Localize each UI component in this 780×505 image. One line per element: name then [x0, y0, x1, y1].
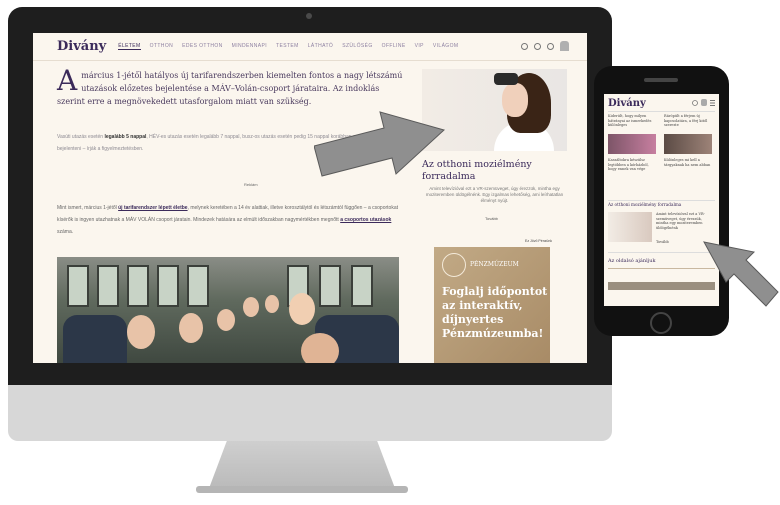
article-paragraph-2: Mint ismert, március 1-jétől új tarifare… [57, 202, 407, 238]
nav-item-eletem[interactable]: ÉLETEM [118, 43, 141, 50]
phone-thumb-2[interactable] [664, 134, 712, 154]
site-logo[interactable]: Divány [57, 39, 106, 54]
nav-icons [521, 41, 569, 51]
arrow-icon-phone [703, 241, 779, 307]
phone-site-logo[interactable]: Divány [608, 98, 646, 109]
user-avatar-icon[interactable] [560, 41, 569, 51]
monitor-chin [8, 385, 612, 441]
nav-item-szuloseg[interactable]: SZÜLŐSÉG [342, 43, 372, 50]
phone-news-4[interactable]: Különleges mi kell a tárgyaknak ha nem a… [664, 158, 714, 167]
article-photo [57, 257, 399, 363]
webcam-icon [306, 13, 312, 19]
dropcap: A [57, 64, 78, 97]
search-icon[interactable] [547, 42, 554, 50]
phone-menu-icon[interactable] [691, 99, 715, 107]
lead-text: március 1-jétől hatályos új tarifarendsz… [57, 71, 403, 106]
nav-item-vip[interactable]: VIP [415, 43, 424, 50]
nav-item-lathato[interactable]: LÁTHATÓ [308, 43, 334, 50]
mockup-stage: Divány ÉLETEM OTTHON EDES OTTHON MINDENN… [0, 0, 780, 505]
group-travel-link[interactable]: a csoportos utazások [340, 217, 391, 223]
phone-news-2[interactable]: Ráröpült a férjem új kapcsolatára, a fér… [664, 114, 714, 128]
arrow-icon-desktop [314, 111, 445, 177]
feature-text: Amint televízióval ezt a VR-szemüveget, … [425, 186, 564, 203]
phone-news-1[interactable]: Kiderült, hogy milyen hátrányai az ismer… [608, 114, 658, 128]
phone-feature-thumb[interactable] [608, 212, 652, 242]
vr-headset-icon [494, 73, 518, 85]
monitor-foot [196, 486, 408, 493]
nav-links: ÉLETEM OTTHON EDES OTTHON MINDENNAPI TES… [118, 43, 467, 50]
settings-icon[interactable] [534, 42, 541, 50]
phone-bottom-image[interactable] [608, 282, 715, 290]
para1-bold: legalább 5 nappal [104, 134, 147, 140]
phone-feature-text: Amint televízióval ezt a VR-szemüveget, … [656, 212, 705, 230]
phone-news-3[interactable]: Kaszáltokra készülsz legtöbben a kórházb… [608, 158, 658, 172]
phone-section-title: Az oldalsó ajánljuk [608, 258, 656, 264]
ad-caption: Reklám [244, 182, 258, 187]
monitor-bezel: Divány ÉLETEM OTTHON EDES OTTHON MINDENN… [8, 7, 612, 385]
para2-text-c: száma. [57, 229, 74, 235]
theme-toggle-icon[interactable] [521, 42, 528, 50]
para2-text-a: Mint ismert, március 1-jétől [57, 205, 119, 211]
nav-item-offline[interactable]: OFFLINE [382, 43, 406, 50]
penzmuzeum-seal-icon [442, 253, 466, 277]
nav-item-testem[interactable]: TESTEM [276, 43, 299, 50]
penzmuzeum-ad[interactable]: PÉNZMÚZEUM Foglalj időpontot az interakt… [434, 247, 550, 363]
phone-more-link[interactable]: Tovább [656, 240, 676, 245]
feature-more-link[interactable]: Tovább [485, 216, 498, 221]
nav-item-edes-otthon[interactable]: EDES OTTHON [182, 43, 223, 50]
article-lead: A március 1-jétől hatályos új tarifarend… [57, 64, 403, 108]
phone-home-button[interactable] [650, 312, 672, 334]
para1-text-pre: Vasúti utazás esetén [57, 134, 105, 140]
site-navbar: Divány ÉLETEM OTTHON EDES OTTHON MINDENN… [33, 33, 587, 61]
nav-item-mindennapi[interactable]: MINDENNAPI [232, 43, 267, 50]
desktop-screen: Divány ÉLETEM OTTHON EDES OTTHON MINDENN… [33, 33, 587, 363]
nav-item-vilagom[interactable]: VILÁGOM [433, 43, 459, 50]
desktop-monitor: Divány ÉLETEM OTTHON EDES OTTHON MINDENN… [8, 7, 612, 441]
phone-thumb-1[interactable] [608, 134, 656, 154]
monitor-stand [208, 441, 396, 491]
sponsor-label: Ez Jövő Pénzünk [525, 239, 553, 243]
tariff-link[interactable]: új tarifarendszer lépett életbe [118, 205, 187, 211]
ad-headline: Foglalj időpontot az interaktív, díjnyer… [442, 285, 548, 340]
nav-item-otthon[interactable]: OTTHON [150, 43, 174, 50]
phone-speaker [644, 78, 678, 82]
ad-brand: PÉNZMÚZEUM [470, 261, 519, 268]
phone-feature-label[interactable]: Az otthoni moziélmény forradalma [608, 202, 681, 207]
